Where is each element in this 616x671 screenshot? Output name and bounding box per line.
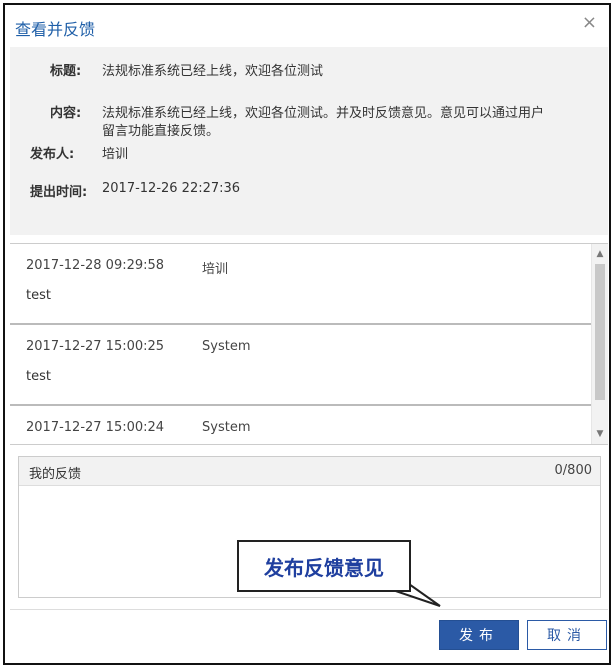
scroll-up-icon[interactable]: ▲	[595, 248, 605, 260]
content-value-line2: 留言功能直接反馈。	[102, 124, 220, 139]
scroll-down-icon[interactable]: ▼	[595, 428, 605, 440]
content-label: 内容:	[50, 106, 82, 121]
callout-text: 发布反馈意见	[264, 556, 384, 580]
cancel-button[interactable]: 取消	[527, 620, 607, 650]
comment-time: 2017-12-27 15:00:25	[26, 339, 165, 354]
feedback-label: 我的反馈	[29, 467, 82, 482]
comment-content: test	[26, 288, 51, 303]
close-icon[interactable]: ×	[582, 12, 597, 33]
content-value-line1: 法规标准系统已经上线，欢迎各位测试。并及时反馈意见。意见可以通过用户	[102, 106, 545, 121]
footer-divider	[10, 609, 608, 610]
notice-info-panel: 标题: 法规标准系统已经上线，欢迎各位测试 内容: 法规标准系统已经上线，欢迎各…	[10, 47, 608, 235]
comment-user: System	[202, 420, 251, 435]
comment-list[interactable]: 2017-12-28 09:29:58 培训 test 2017-12-27 1…	[10, 243, 608, 445]
feedback-dialog: 查看并反馈 × 标题: 法规标准系统已经上线，欢迎各位测试 内容: 法规标准系统…	[3, 3, 611, 665]
list-item: 2017-12-27 15:00:24 System	[10, 406, 608, 444]
feedback-header: 我的反馈 0/800	[19, 457, 600, 486]
feedback-char-count: 0/800	[554, 463, 592, 478]
dialog-titlebar: 查看并反馈 ×	[5, 5, 609, 47]
publisher-label: 发布人:	[30, 147, 75, 162]
comment-list-scrollbar[interactable]: ▲ ▼	[591, 244, 608, 444]
scrollbar-thumb[interactable]	[595, 264, 605, 400]
comment-user: System	[202, 339, 251, 354]
comment-time: 2017-12-27 15:00:24	[26, 420, 165, 435]
list-item: 2017-12-27 15:00:25 System test	[10, 325, 608, 406]
comment-content: test	[26, 369, 51, 384]
publish-button[interactable]: 发布	[439, 620, 519, 650]
comment-user: 培训	[202, 262, 229, 277]
annotation-callout: 发布反馈意见	[237, 540, 411, 592]
comment-time: 2017-12-28 09:29:58	[26, 258, 165, 273]
title-label: 标题:	[50, 64, 82, 79]
submit-time-label: 提出时间:	[30, 185, 88, 200]
publisher-value: 培训	[102, 147, 129, 162]
submit-time-value: 2017-12-26 22:27:36	[102, 181, 241, 196]
title-value: 法规标准系统已经上线，欢迎各位测试	[102, 64, 324, 79]
list-item: 2017-12-28 09:29:58 培训 test	[10, 244, 608, 325]
dialog-title: 查看并反馈	[15, 20, 96, 39]
